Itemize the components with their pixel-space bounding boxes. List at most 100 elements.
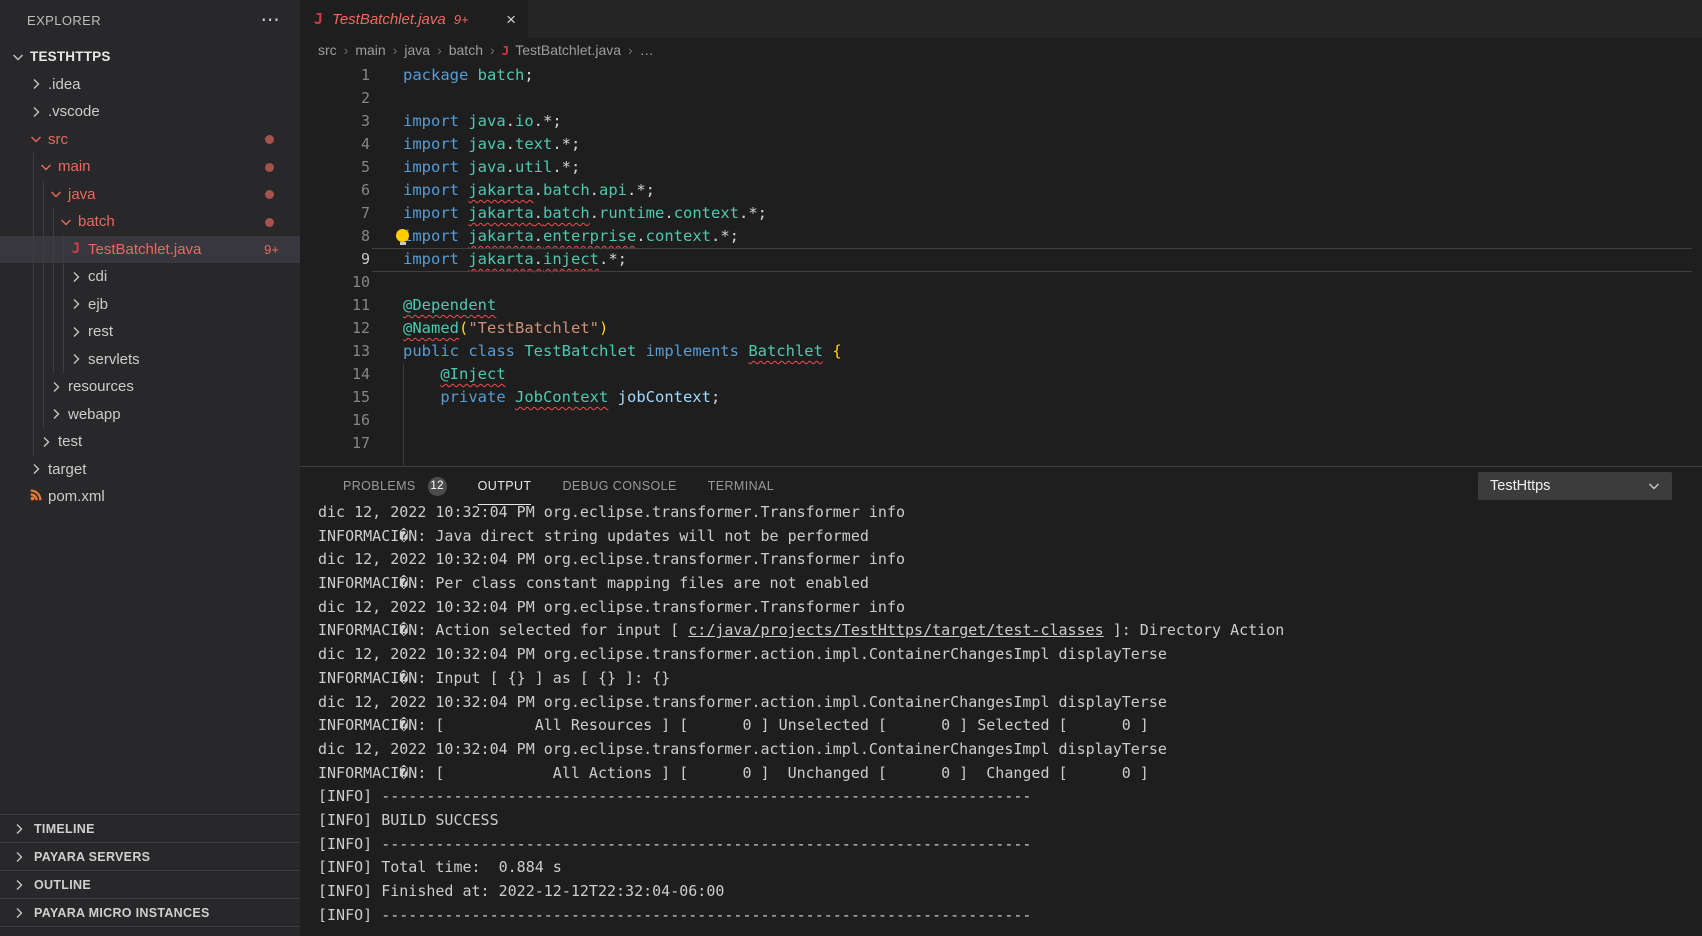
tree-item-label: TestBatchlet.java: [88, 241, 201, 258]
breadcrumb-item-[interactable]: …: [640, 42, 654, 58]
tree-item-target[interactable]: target: [0, 456, 300, 484]
problems-dot-badge: [265, 163, 274, 172]
breadcrumb-label: java: [404, 42, 430, 58]
code-text: private JobContext jobContext;: [403, 388, 720, 406]
line-number: 12: [300, 319, 370, 337]
output-line: [INFO] BUILD SUCCESS: [318, 809, 1702, 833]
tree-item-src[interactable]: src: [0, 126, 300, 154]
breadcrumb-item-java[interactable]: java: [404, 42, 430, 58]
breadcrumb-item-main[interactable]: main: [355, 42, 385, 58]
tree-item-servlets[interactable]: servlets: [0, 346, 300, 374]
tree-item-label: java: [68, 186, 96, 203]
tab-testbatchlet-java[interactable]: J TestBatchlet.java 9+ ×: [300, 0, 528, 38]
chevron-right-icon: [68, 351, 84, 367]
line-number: 17: [300, 434, 370, 452]
tree-item-vscode[interactable]: .vscode: [0, 98, 300, 126]
section-payara-micro-instances[interactable]: PAYARA MICRO INSTANCES: [0, 898, 300, 926]
editor-tab-bar: J TestBatchlet.java 9+ ×: [300, 0, 1702, 38]
indent-guide: [43, 181, 44, 428]
java-file-icon: J: [68, 241, 84, 257]
breadcrumb-item-testbatchlet-java[interactable]: JTestBatchlet.java: [502, 42, 621, 58]
tree-item-testbatchlet-java[interactable]: JTestBatchlet.java9+: [0, 236, 300, 264]
explorer-title: EXPLORER: [27, 13, 101, 28]
tree-item-cdi[interactable]: cdi: [0, 263, 300, 291]
tree-item-ejb[interactable]: ejb: [0, 291, 300, 319]
output-file-link[interactable]: c:/java/projects/TestHttps/target/test-c…: [688, 621, 1103, 639]
lightbulb-icon[interactable]: [396, 229, 409, 242]
problems-count-badge: 12: [428, 477, 447, 496]
code-editor[interactable]: 1package batch;23import java.io.*;4impor…: [300, 62, 1702, 466]
tree-item-label: resources: [68, 378, 134, 395]
tree-item-testhttps[interactable]: TESTHTTPS: [0, 43, 300, 71]
vscode-window: EXPLORER ⋯ TESTHTTPS.idea .vscode src main j…: [0, 0, 1702, 936]
tree-item-test[interactable]: test: [0, 428, 300, 456]
panel-tab-label: PROBLEMS: [343, 479, 416, 493]
panel-tab-problems[interactable]: PROBLEMS 12: [343, 467, 447, 505]
tree-item-label: main: [58, 158, 91, 175]
code-text: @Named("TestBatchlet"): [403, 319, 608, 337]
panel-tab-debug-console[interactable]: DEBUG CONSOLE: [562, 467, 676, 505]
line-number: 9: [300, 250, 370, 268]
tree-item-resources[interactable]: resources: [0, 373, 300, 401]
tree-item-webapp[interactable]: webapp: [0, 401, 300, 429]
code-text: import jakarta.inject.*;: [403, 250, 627, 268]
tree-item-label: servlets: [88, 351, 140, 368]
chevron-right-icon: [48, 406, 64, 422]
tree-item-pom-xml[interactable]: pom.xml: [0, 483, 300, 511]
section-label: PAYARA MICRO INSTANCES: [34, 906, 210, 920]
tree-item-label: test: [58, 433, 82, 450]
code-text: @Dependent: [403, 296, 496, 314]
editor-area: J TestBatchlet.java 9+ × src›main›java›b…: [300, 0, 1702, 936]
tree-item-label: .vscode: [48, 103, 100, 120]
tree-item-batch[interactable]: batch: [0, 208, 300, 236]
tree-item-label: src: [48, 131, 68, 148]
java-file-icon: J: [502, 43, 510, 58]
line-number: 14: [300, 365, 370, 383]
output-line: dic 12, 2022 10:32:04 PM org.eclipse.tra…: [318, 643, 1702, 667]
tree-item-java[interactable]: java: [0, 181, 300, 209]
indent-guide: [63, 236, 64, 373]
tree-item-label: rest: [88, 323, 113, 340]
chevron-down-icon: [1646, 478, 1662, 494]
section-payara-servers[interactable]: PAYARA SERVERS: [0, 842, 300, 870]
breadcrumb-separator-icon: ›: [393, 42, 398, 58]
panel-tab-terminal[interactable]: TERMINAL: [708, 467, 774, 505]
tree-item-label: target: [48, 461, 86, 478]
tab-problems-badge: 9+: [454, 12, 469, 27]
code-text: import java.util.*;: [403, 158, 580, 176]
output-line: dic 12, 2022 10:32:04 PM org.eclipse.tra…: [318, 691, 1702, 715]
file-tree: TESTHTTPS.idea .vscode src main java batch JTe…: [0, 43, 300, 511]
breadcrumb-item-src[interactable]: src: [318, 42, 337, 58]
section-timeline[interactable]: TIMELINE: [0, 814, 300, 842]
tree-item-label: batch: [78, 213, 115, 230]
code-line: 2: [300, 87, 1702, 110]
tree-item-main[interactable]: main: [0, 153, 300, 181]
chevron-right-icon: [28, 104, 44, 120]
section-label: TIMELINE: [34, 822, 95, 836]
output-log[interactable]: dic 12, 2022 10:32:04 PM org.eclipse.tra…: [318, 501, 1702, 936]
output-line: INFORMACI�N: Java direct string updates …: [318, 525, 1702, 549]
tree-item-label: ejb: [88, 296, 108, 313]
chevron-down-icon: [10, 49, 26, 65]
sidebar-sections: TIMELINE PAYARA SERVERS OUTLINE PAYARA MICR…: [0, 814, 300, 936]
section-label: PAYARA SERVERS: [34, 850, 150, 864]
chevron-right-icon: [68, 269, 84, 285]
tree-item-label: pom.xml: [48, 488, 105, 505]
line-number: 7: [300, 204, 370, 222]
panel-tab-output[interactable]: OUTPUT: [478, 467, 532, 505]
indent-guide: [33, 153, 34, 456]
problems-dot-badge: [265, 135, 274, 144]
close-icon[interactable]: ×: [506, 11, 516, 28]
tree-item-idea[interactable]: .idea: [0, 71, 300, 99]
code-text: import jakarta.enterprise.context.*;: [403, 227, 739, 245]
breadcrumb-item-batch[interactable]: batch: [449, 42, 483, 58]
section-outline[interactable]: OUTLINE: [0, 870, 300, 898]
problems-dot-badge: [265, 190, 274, 199]
code-line: 6import jakarta.batch.api.*;: [300, 179, 1702, 202]
tree-item-rest[interactable]: rest: [0, 318, 300, 346]
output-channel-picker[interactable]: TestHttps: [1478, 472, 1672, 500]
chevron-down-icon: [58, 214, 74, 230]
chevron-right-icon: [28, 461, 44, 477]
code-line: 4import java.text.*;: [300, 133, 1702, 156]
more-actions-icon[interactable]: ⋯: [261, 11, 280, 30]
